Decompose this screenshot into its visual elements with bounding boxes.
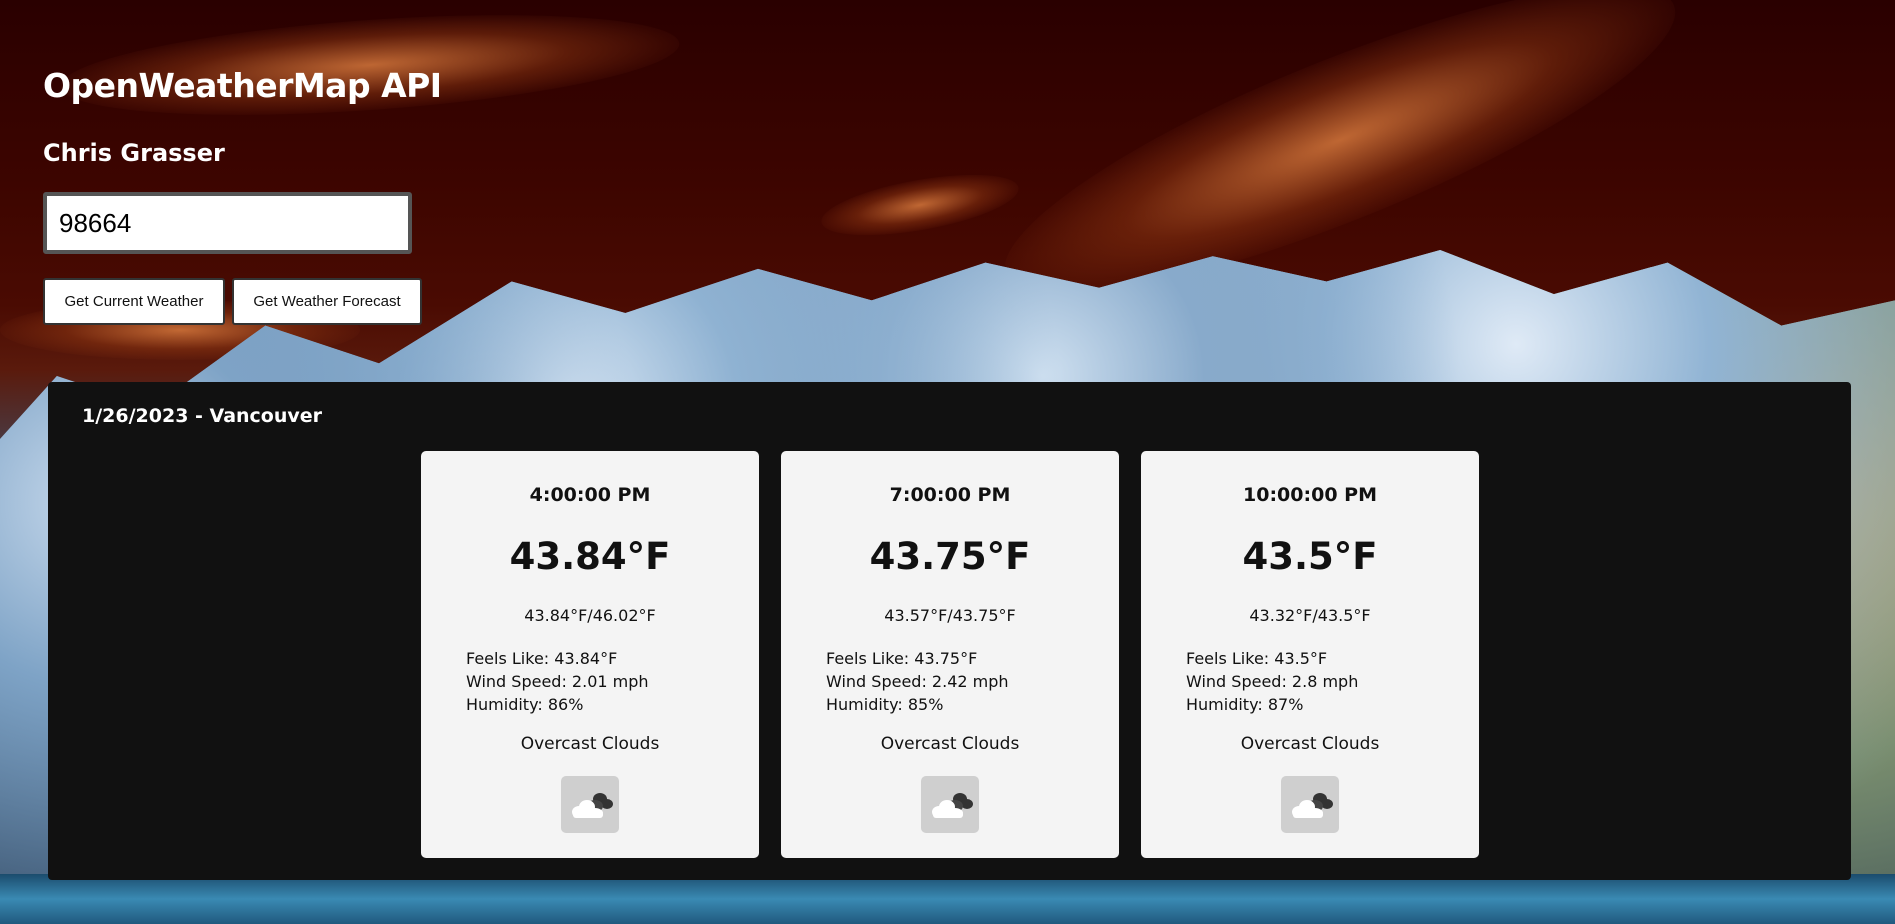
forecast-card: 10:00:00 PM 43.5°F 43.32°F/43.5°F Feels … (1141, 451, 1479, 858)
wind-speed: Wind Speed: 2.42 mph (826, 672, 1009, 691)
cloud-streak (817, 163, 1023, 247)
forecast-time: 7:00:00 PM (889, 484, 1011, 506)
humidity: Humidity: 85% (826, 695, 944, 714)
humidity: Humidity: 86% (466, 695, 584, 714)
overcast-clouds-icon (561, 776, 619, 833)
ground (0, 874, 1895, 924)
forecast-details: Feels Like: 43.84°F Wind Speed: 2.01 mph… (466, 647, 649, 716)
humidity: Humidity: 87% (1186, 695, 1304, 714)
forecast-temp-range: 43.57°F/43.75°F (884, 606, 1016, 625)
forecast-card: 7:00:00 PM 43.75°F 43.57°F/43.75°F Feels… (781, 451, 1119, 858)
author-name: Chris Grasser (43, 139, 225, 167)
get-current-weather-button[interactable]: Get Current Weather (43, 278, 225, 325)
forecast-temperature: 43.75°F (869, 535, 1031, 578)
get-weather-forecast-button[interactable]: Get Weather Forecast (232, 278, 422, 325)
header: OpenWeatherMap API Chris Grasser (43, 66, 442, 167)
wind-speed: Wind Speed: 2.01 mph (466, 672, 649, 691)
forecast-temp-range: 43.84°F/46.02°F (524, 606, 656, 625)
overcast-clouds-icon (921, 776, 979, 833)
wind-speed: Wind Speed: 2.8 mph (1186, 672, 1359, 691)
weather-description: Overcast Clouds (880, 734, 1020, 754)
forecast-temp-range: 43.32°F/43.5°F (1249, 606, 1371, 625)
forecast-temperature: 43.5°F (1242, 535, 1378, 578)
forecast-time: 10:00:00 PM (1243, 484, 1377, 506)
feels-like: Feels Like: 43.5°F (1186, 649, 1328, 668)
weather-description: Overcast Clouds (1240, 734, 1380, 754)
forecast-card: 4:00:00 PM 43.84°F 43.84°F/46.02°F Feels… (421, 451, 759, 858)
weather-description: Overcast Clouds (520, 734, 660, 754)
forecast-time: 4:00:00 PM (529, 484, 651, 506)
feels-like: Feels Like: 43.75°F (826, 649, 978, 668)
forecast-details: Feels Like: 43.75°F Wind Speed: 2.42 mph… (826, 647, 1009, 716)
feels-like: Feels Like: 43.84°F (466, 649, 618, 668)
forecast-panel: 1/26/2023 - Vancouver 4:00:00 PM 43.84°F… (48, 382, 1851, 880)
forecast-temperature: 43.84°F (509, 535, 671, 578)
forecast-details: Feels Like: 43.5°F Wind Speed: 2.8 mph H… (1186, 647, 1358, 716)
zip-code-input[interactable] (43, 192, 412, 254)
forecast-heading: 1/26/2023 - Vancouver (82, 405, 323, 427)
page-title: OpenWeatherMap API (43, 66, 442, 105)
overcast-clouds-icon (1281, 776, 1339, 833)
